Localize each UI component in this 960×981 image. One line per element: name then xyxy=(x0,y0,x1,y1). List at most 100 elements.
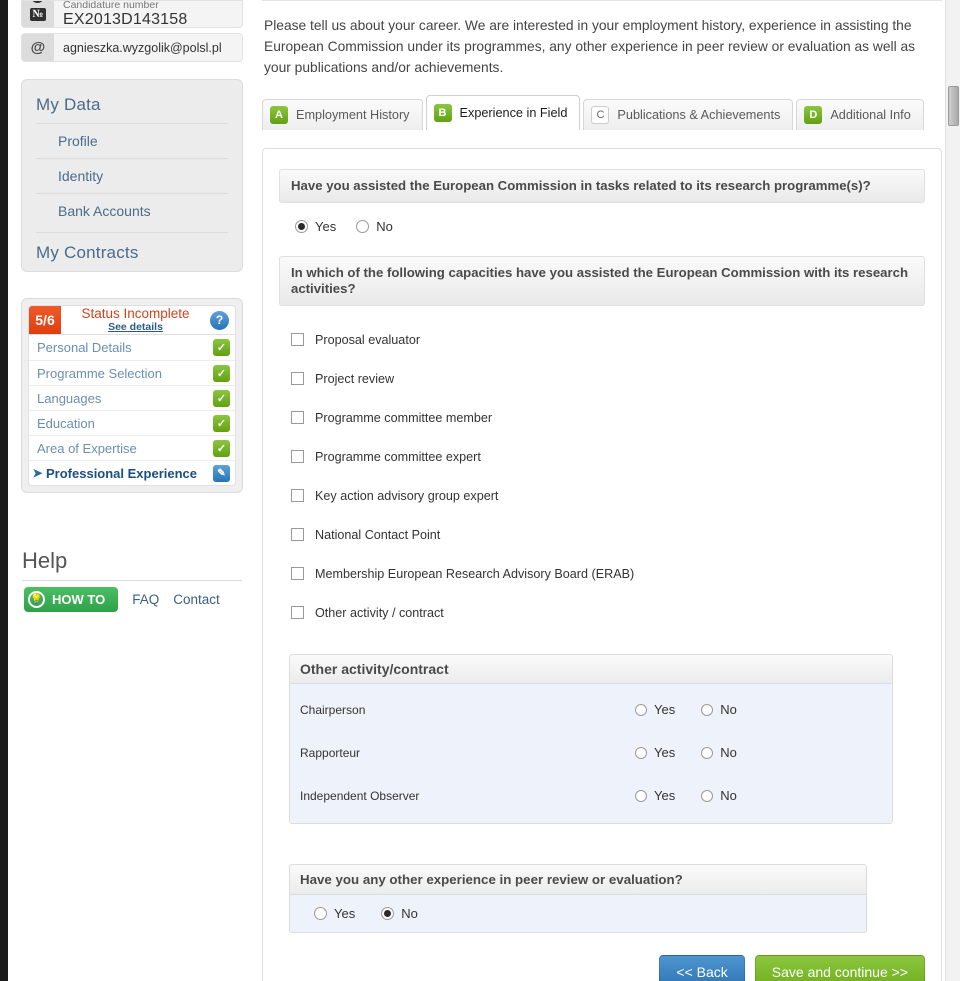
pencil-icon[interactable]: ✎ xyxy=(213,464,230,482)
option-label: No xyxy=(401,906,418,921)
radio-icon[interactable] xyxy=(635,789,647,802)
tab-label: Additional Info xyxy=(830,108,911,122)
checkbox-icon[interactable] xyxy=(291,528,304,541)
status-step-personal-details[interactable]: Personal Details ✓ xyxy=(29,335,235,360)
tab-badge-c: C xyxy=(591,106,610,124)
checkbox-icon[interactable] xyxy=(291,411,304,424)
email-value: agnieszka.wyzgolik@polsl.pl xyxy=(63,40,222,55)
tab-experience-in-field[interactable]: B Experience in Field xyxy=(425,95,581,130)
tab-publications-achievements[interactable]: C Publications & Achievements xyxy=(583,99,794,130)
radio-icon[interactable] xyxy=(381,907,395,920)
question3-options: Yes No xyxy=(290,895,866,932)
tab-additional-info[interactable]: D Additional Info xyxy=(796,99,924,130)
checkbox-programme-committee-expert[interactable]: Programme committee expert xyxy=(291,437,925,476)
question2-checkbox-list: Proposal evaluator Project review Progra… xyxy=(279,306,925,638)
radio-icon[interactable] xyxy=(701,789,714,802)
status-step-professional-experience[interactable]: ➤ Professional Experience ✎ xyxy=(29,460,235,485)
question1-option-no[interactable]: No xyxy=(356,219,393,234)
checkbox-national-contact-point[interactable]: National Contact Point xyxy=(291,515,925,554)
save-and-continue-button[interactable]: Save and continue >> xyxy=(754,955,925,981)
checkbox-project-review[interactable]: Project review xyxy=(291,359,925,398)
tab-employment-history[interactable]: A Employment History xyxy=(262,99,423,130)
row-label: Independent Observer xyxy=(300,788,420,803)
checkbox-programme-committee-member[interactable]: Programme committee member xyxy=(291,398,925,437)
status-card: 5/6 Status Incomplete See details ? Pers… xyxy=(21,298,243,493)
my-data-title: My Data xyxy=(36,95,101,114)
sidebar: № Candidature number EX2013D143158 @ agn… xyxy=(8,0,252,981)
at-icon: @ xyxy=(22,34,54,61)
candidature-number-row: № Candidature number EX2013D143158 xyxy=(21,0,243,28)
status-step-label: Personal Details xyxy=(37,340,132,355)
option-label: No xyxy=(376,219,393,234)
checkbox-label: Programme committee expert xyxy=(315,449,481,464)
radio-icon[interactable] xyxy=(701,703,714,716)
check-icon: ✓ xyxy=(213,389,230,407)
checkbox-membership-erab[interactable]: Membership European Research Advisory Bo… xyxy=(291,554,925,593)
checkbox-proposal-evaluator[interactable]: Proposal evaluator xyxy=(291,320,925,359)
status-step-label: Programme Selection xyxy=(37,365,162,381)
checkbox-other-activity-contract[interactable]: Other activity / contract xyxy=(291,593,925,632)
status-see-details-link[interactable]: See details xyxy=(61,321,210,333)
chairperson-option-yes[interactable]: Yes xyxy=(635,702,675,717)
contact-link[interactable]: Contact xyxy=(173,592,220,607)
candidature-number-value: EX2013D143158 xyxy=(63,10,188,28)
option-label: No xyxy=(720,745,737,760)
page-scrollbar[interactable] xyxy=(945,0,960,981)
sidebar-item-identity[interactable]: Identity xyxy=(36,158,228,193)
sidebar-item-bank-accounts[interactable]: Bank Accounts xyxy=(36,193,228,228)
my-contracts-title[interactable]: My Contracts xyxy=(36,232,228,263)
status-step-education[interactable]: Education ✓ xyxy=(29,410,235,435)
back-button[interactable]: << Back xyxy=(659,955,745,981)
tab-badge-a: A xyxy=(270,106,288,124)
checkbox-icon[interactable] xyxy=(291,372,304,385)
status-step-area-of-expertise[interactable]: Area of Expertise ✓ xyxy=(29,435,235,460)
other-activity-row-independent-observer: Independent Observer Yes No xyxy=(290,774,892,817)
sidebar-item-profile[interactable]: Profile xyxy=(36,123,228,158)
how-to-button[interactable]: 💡 HOW TO xyxy=(24,587,119,612)
checkbox-icon[interactable] xyxy=(291,333,304,346)
intro-text: Please tell us about your career. We are… xyxy=(262,0,942,78)
radio-icon[interactable] xyxy=(635,746,647,759)
identity-block: № Candidature number EX2013D143158 @ agn… xyxy=(21,0,243,62)
scrollbar-thumb[interactable] xyxy=(948,86,959,126)
chairperson-option-no[interactable]: No xyxy=(701,702,737,717)
row-label: Rapporteur xyxy=(300,745,361,760)
faq-link[interactable]: FAQ xyxy=(132,592,159,607)
option-label: No xyxy=(720,702,737,717)
checkbox-icon[interactable] xyxy=(291,450,304,463)
candidature-number-label: Candidature number xyxy=(63,0,159,11)
application-page: № Candidature number EX2013D143158 @ agn… xyxy=(0,0,960,981)
help-title: Help xyxy=(22,548,242,581)
question2-title: In which of the following capacities hav… xyxy=(279,256,925,306)
lightbulb-icon: 💡 xyxy=(28,591,45,608)
radio-icon[interactable] xyxy=(314,907,327,920)
checkbox-label: Membership European Research Advisory Bo… xyxy=(315,566,635,581)
status-step-languages[interactable]: Languages ✓ xyxy=(29,385,235,410)
question-mark-icon[interactable]: ? xyxy=(210,310,229,330)
other-activity-row-chairperson: Chairperson Yes No xyxy=(290,688,892,731)
main-content: Please tell us about your career. We are… xyxy=(252,0,960,981)
independent-observer-option-yes[interactable]: Yes xyxy=(635,788,675,803)
tab-label: Publications & Achievements xyxy=(617,108,781,122)
independent-observer-option-no[interactable]: No xyxy=(701,788,737,803)
status-step-label: Area of Expertise xyxy=(37,440,137,456)
checkbox-icon[interactable] xyxy=(291,489,304,502)
question1-option-yes[interactable]: Yes xyxy=(295,219,336,234)
radio-icon[interactable] xyxy=(356,220,370,233)
person-number-icon: № xyxy=(22,1,54,27)
radio-icon[interactable] xyxy=(295,220,308,233)
checkbox-icon[interactable] xyxy=(291,567,304,580)
question3-option-yes[interactable]: Yes xyxy=(314,906,355,921)
rapporteur-option-no[interactable]: No xyxy=(701,745,737,760)
checkbox-icon[interactable] xyxy=(291,606,304,619)
tab-badge-b: B xyxy=(433,104,452,122)
option-label: Yes xyxy=(654,745,676,760)
status-step-programme-selection[interactable]: Programme Selection ✓ xyxy=(29,360,235,385)
question1-title: Have you assisted the European Commissio… xyxy=(279,169,925,203)
radio-icon[interactable] xyxy=(701,746,714,759)
option-label: Yes xyxy=(654,702,676,717)
checkbox-key-action-advisory-group-expert[interactable]: Key action advisory group expert xyxy=(291,476,925,515)
rapporteur-option-yes[interactable]: Yes xyxy=(635,745,675,760)
question3-option-no[interactable]: No xyxy=(381,906,418,921)
radio-icon[interactable] xyxy=(635,703,647,716)
